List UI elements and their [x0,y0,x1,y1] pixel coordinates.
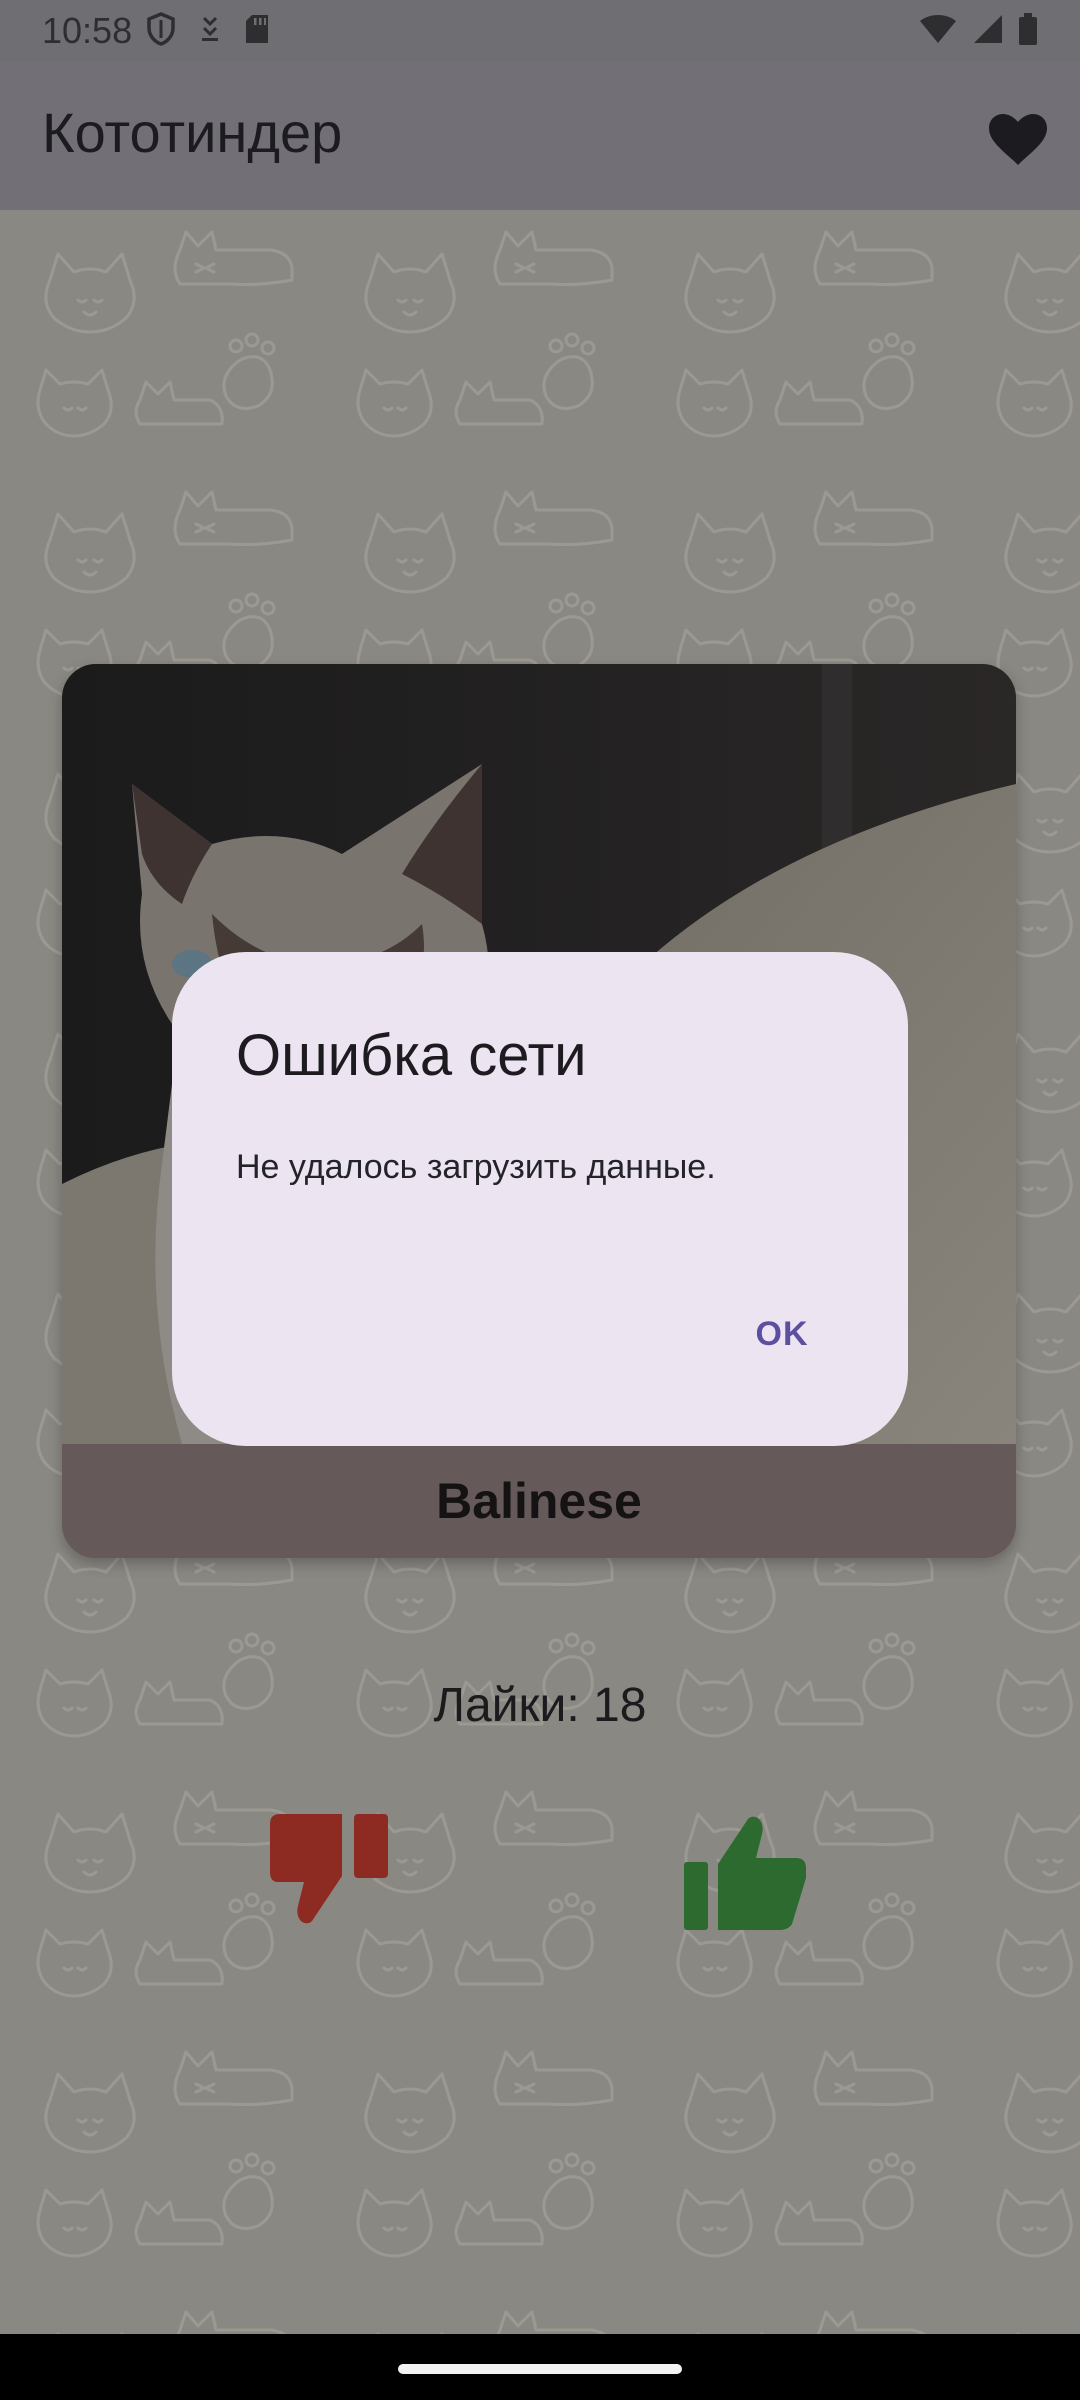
app-title: Кототиндер [42,101,343,164]
status-time: 10:58 [42,10,133,51]
heart-icon [989,114,1047,165]
like-button[interactable] [684,1808,808,1932]
battery-icon [1019,13,1037,45]
dialog-title: Ошибка сети [236,1023,587,1088]
breed-name: Balinese [62,1444,1016,1558]
dislike-button[interactable] [270,1810,394,1934]
status-icons-right [918,12,1038,46]
app-bar: Кототиндер [0,62,1080,210]
download-icon [202,16,218,41]
status-icons-left [146,12,270,46]
favorites-button[interactable] [982,104,1054,176]
wifi-icon [920,15,956,43]
shield-icon [147,12,175,46]
dialog-message: Не удалось загрузить данные. [236,1148,716,1186]
thumb-down-icon [270,1814,388,1924]
error-dialog: Ошибка сети Не удалось загрузить данные.… [172,952,908,1446]
home-indicator[interactable] [398,2364,682,2374]
ok-button[interactable]: OK [712,1292,852,1376]
signal-icon [974,15,1002,43]
status-bar: 10:58 [0,0,1080,62]
sd-card-icon [246,15,268,43]
likes-counter: Лайки: 18 [433,1679,647,1732]
thumb-up-icon [684,1816,806,1930]
